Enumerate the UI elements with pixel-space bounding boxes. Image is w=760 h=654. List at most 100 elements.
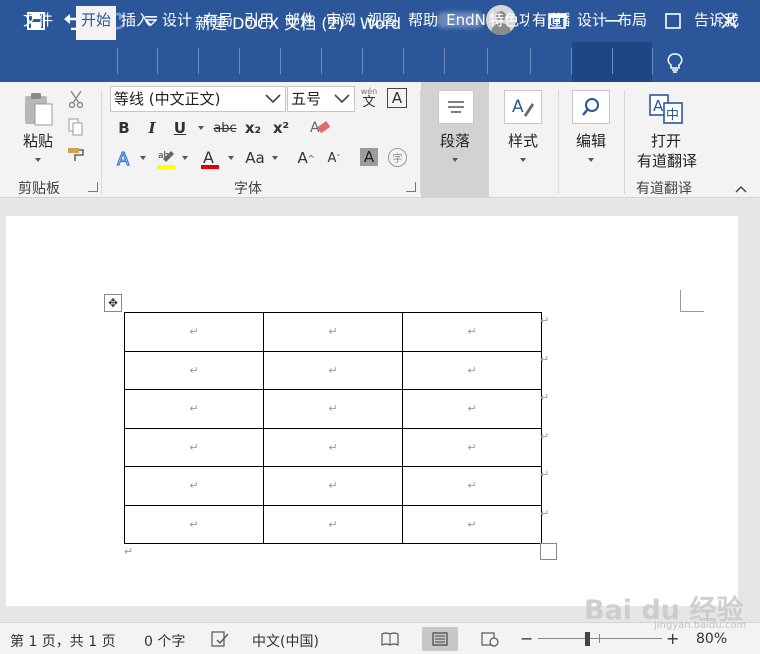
- cut-icon[interactable]: [64, 88, 88, 110]
- grow-font-button[interactable]: A ^: [296, 146, 316, 170]
- highlight-color-icon[interactable]: ab: [154, 146, 178, 170]
- shrink-font-button[interactable]: Aˇ: [324, 146, 344, 170]
- clipboard-group-label: 剪贴板: [18, 181, 60, 197]
- text-effects-icon[interactable]: A: [114, 146, 136, 170]
- paste-dropdown-icon[interactable]: [35, 158, 41, 162]
- youdao-translate-label[interactable]: 有道翻译: [632, 150, 702, 171]
- table-cell[interactable]: ↵: [124, 389, 264, 429]
- change-case-dropdown-icon[interactable]: [272, 156, 278, 160]
- paste-button-label[interactable]: 粘贴: [16, 130, 60, 151]
- collapse-ribbon-icon[interactable]: [732, 182, 750, 196]
- table-cell[interactable]: ↵: [263, 504, 403, 544]
- row-end-mark: ↵: [540, 468, 550, 481]
- editing-button-label[interactable]: 编辑: [569, 130, 613, 151]
- paragraph-button-label[interactable]: 段落: [433, 130, 477, 151]
- zoom-slider-thumb[interactable]: [585, 632, 590, 646]
- tab-endnote[interactable]: EndN: [446, 8, 486, 40]
- svg-text:A: A: [512, 97, 524, 117]
- zoom-out-button[interactable]: −: [520, 629, 533, 648]
- tell-me-box[interactable]: 告诉我: [694, 8, 750, 40]
- document-table[interactable]: ↵ ↵ ↵ ↵ ↵ ↵ ↵ ↵ ↵ ↵ ↵ ↵ ↵ ↵ ↵ ↵ ↵ ↵: [124, 312, 542, 544]
- table-cell[interactable]: ↵: [124, 427, 264, 467]
- table-cell[interactable]: ↵: [263, 427, 403, 467]
- tab-youdao[interactable]: 有道翻: [532, 8, 570, 40]
- phonetic-guide-button[interactable]: wén 文: [358, 86, 380, 110]
- clear-formatting-icon[interactable]: A: [306, 116, 332, 140]
- format-painter-icon[interactable]: [64, 144, 88, 166]
- font-name-combo[interactable]: 等线 (中文正文): [110, 86, 286, 112]
- read-mode-icon[interactable]: [372, 627, 408, 651]
- text-effects-dropdown-icon[interactable]: [140, 156, 146, 160]
- tab-table-layout[interactable]: 布局: [614, 8, 650, 40]
- enclose-characters-button[interactable]: 字: [388, 148, 407, 167]
- word-count[interactable]: 0 个字: [144, 631, 185, 651]
- tab-features[interactable]: 特色功: [489, 8, 529, 40]
- strikethrough-button[interactable]: abc: [212, 116, 238, 140]
- zoom-in-button[interactable]: +: [666, 629, 679, 648]
- change-case-button[interactable]: Aa: [242, 146, 268, 170]
- clipboard-dialog-launcher-icon[interactable]: [88, 182, 98, 192]
- lightbulb-icon[interactable]: [664, 50, 686, 76]
- subscript-button[interactable]: x₂: [242, 116, 264, 140]
- paste-icon[interactable]: [20, 90, 56, 128]
- zoom-level[interactable]: 80%: [696, 631, 727, 647]
- character-shading-button[interactable]: A: [360, 148, 378, 166]
- table-cell[interactable]: ↵: [402, 312, 542, 352]
- tab-insert[interactable]: 插入: [118, 8, 154, 40]
- tab-view[interactable]: 视图: [364, 8, 400, 40]
- editing-dropdown-icon[interactable]: [588, 158, 594, 162]
- web-layout-icon[interactable]: [472, 627, 508, 651]
- table-cell[interactable]: ↵: [124, 312, 264, 352]
- paragraph-dropdown-icon[interactable]: [452, 158, 458, 162]
- youdao-open-label[interactable]: 打开: [636, 130, 696, 151]
- youdao-group-label: 有道翻译: [636, 181, 692, 197]
- styles-icon[interactable]: A: [504, 90, 542, 124]
- table-cell[interactable]: ↵: [263, 350, 403, 390]
- italic-button[interactable]: I: [142, 116, 162, 140]
- table-cell[interactable]: ↵: [402, 389, 542, 429]
- styles-dropdown-icon[interactable]: [520, 158, 526, 162]
- tab-file[interactable]: 文件: [14, 8, 62, 40]
- font-color-dropdown-icon[interactable]: [228, 156, 234, 160]
- translate-icon[interactable]: A中: [646, 92, 686, 126]
- styles-button-label[interactable]: 样式: [501, 130, 545, 151]
- bold-button[interactable]: B: [114, 116, 134, 140]
- zoom-slider[interactable]: [538, 638, 662, 639]
- copy-icon[interactable]: [64, 116, 88, 138]
- table-cell[interactable]: ↵: [402, 504, 542, 544]
- table-cell[interactable]: ↵: [402, 427, 542, 467]
- table-cell[interactable]: ↵: [263, 466, 403, 506]
- highlight-dropdown-icon[interactable]: [182, 156, 188, 160]
- search-icon[interactable]: [572, 90, 610, 124]
- tab-references[interactable]: 引用: [241, 8, 277, 40]
- tab-design[interactable]: 设计: [159, 8, 195, 40]
- tab-help[interactable]: 帮助: [405, 8, 441, 40]
- table-cell[interactable]: ↵: [124, 504, 264, 544]
- tab-home[interactable]: 开始: [76, 6, 116, 40]
- font-dialog-launcher-icon[interactable]: [406, 182, 416, 192]
- maximize-icon[interactable]: [660, 8, 686, 34]
- underline-button[interactable]: U: [170, 116, 190, 140]
- table-cell[interactable]: ↵: [124, 466, 264, 506]
- table-resize-handle-icon[interactable]: [540, 543, 557, 560]
- font-size-combo[interactable]: 五号: [287, 86, 355, 112]
- character-border-button[interactable]: A: [387, 88, 407, 108]
- paragraph-icon[interactable]: [438, 90, 474, 124]
- tab-table-design[interactable]: 设计: [574, 8, 610, 40]
- underline-dropdown-icon[interactable]: [198, 126, 204, 130]
- superscript-button[interactable]: x²: [270, 116, 292, 140]
- table-cell[interactable]: ↵: [263, 312, 403, 352]
- table-cell[interactable]: ↵: [124, 350, 264, 390]
- page-count[interactable]: 第 1 页，共 1 页: [10, 631, 116, 651]
- print-layout-icon[interactable]: [422, 627, 458, 651]
- tab-layout[interactable]: 布局: [200, 8, 236, 40]
- table-cell[interactable]: ↵: [402, 350, 542, 390]
- table-cell[interactable]: ↵: [263, 389, 403, 429]
- font-color-icon[interactable]: A: [198, 146, 222, 170]
- table-move-handle-icon[interactable]: ✥: [104, 294, 122, 312]
- proofing-icon[interactable]: [208, 628, 232, 650]
- language-indicator[interactable]: 中文(中国): [252, 631, 319, 651]
- tab-review[interactable]: 审阅: [323, 8, 359, 40]
- tab-mailings[interactable]: 邮件: [282, 8, 318, 40]
- table-cell[interactable]: ↵: [402, 466, 542, 506]
